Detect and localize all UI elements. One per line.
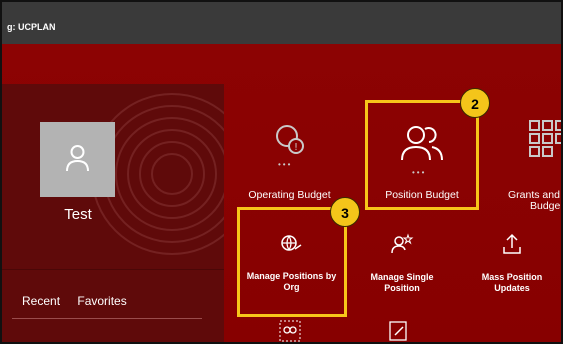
upload-icon [503, 233, 521, 254]
tab-bar: Recent Favorites [22, 294, 141, 308]
document-edit-icon [389, 321, 407, 341]
tile-mass-position-updates[interactable]: Mass Position Updates [467, 227, 557, 307]
tile-label-line1: Manage Single [370, 272, 434, 282]
screenshot-frame: g: UCPLAN Test Recent Favorites ! ••• Op… [0, 0, 563, 344]
person-star-icon [391, 233, 414, 254]
tile-label-line2: Updates [494, 283, 530, 293]
highlight-position-budget [365, 100, 479, 210]
user-name: Test [64, 206, 92, 223]
tile-operating-budget[interactable]: ! ••• Operating Budget [237, 119, 342, 204]
highlight-manage-positions [237, 207, 347, 317]
svg-text:!: ! [293, 142, 297, 153]
avatar[interactable] [40, 122, 115, 197]
user-icon [66, 145, 89, 172]
panel-divider [2, 269, 224, 270]
tile-manage-single-position[interactable]: Manage Single Position [357, 227, 447, 307]
tile-grants-budget[interactable]: Grants and Budge [502, 119, 561, 219]
header-title: g: UCPLAN [7, 22, 56, 32]
budget-search-icon: ! [275, 125, 304, 154]
tile-label-line1: Mass Position [481, 272, 543, 282]
people-group-icon [279, 320, 301, 342]
callout-badge-2: 2 [460, 88, 490, 118]
tab-recent[interactable]: Recent [22, 294, 60, 308]
grid-icon [529, 120, 561, 157]
top-bar: g: UCPLAN [2, 2, 561, 44]
tile-label-line2: Budge [530, 200, 561, 212]
callout-badge-3: 3 [330, 197, 360, 227]
tile-label-line2: Position [384, 283, 420, 293]
tab-favorites[interactable]: Favorites [77, 294, 126, 308]
tab-underline [12, 318, 202, 319]
tile-dots: ••• [278, 160, 293, 169]
tile-label: Operating Budget [248, 189, 331, 201]
